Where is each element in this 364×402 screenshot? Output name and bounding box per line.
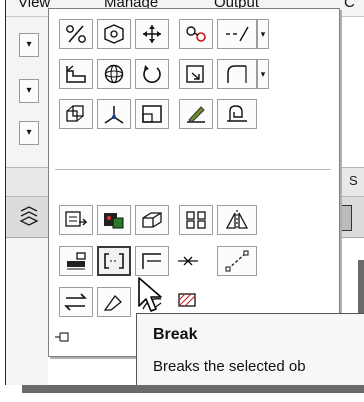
fillet-icon[interactable] xyxy=(217,59,257,89)
match-icon[interactable] xyxy=(97,205,131,235)
extend-icon[interactable] xyxy=(135,246,169,276)
dropdown-button[interactable]: ▾ xyxy=(19,121,39,145)
side-label: S xyxy=(349,173,358,188)
3d-icon[interactable] xyxy=(135,205,169,235)
stack-icon[interactable] xyxy=(18,205,40,227)
sphere-icon[interactable] xyxy=(97,59,131,89)
tooltip-description: Breaks the selected ob xyxy=(153,358,306,375)
pan-icon[interactable] xyxy=(135,19,169,49)
region-icon[interactable] xyxy=(135,99,169,129)
signature-icon[interactable] xyxy=(217,99,257,129)
array-icon[interactable] xyxy=(179,205,213,235)
mirror-icon[interactable] xyxy=(217,205,257,235)
app-window: View Manage Output C ▾ ▾ ▾ S ▾ ▾ Break B… xyxy=(5,0,364,385)
floor-icon[interactable] xyxy=(59,59,93,89)
stretch-icon[interactable] xyxy=(97,287,131,317)
pen-icon[interactable] xyxy=(179,99,213,129)
orbit-icon[interactable] xyxy=(97,19,131,49)
swap-icon[interactable] xyxy=(59,287,93,317)
percent-icon[interactable] xyxy=(59,19,93,49)
modify-panel: ▾ ▾ xyxy=(48,8,340,357)
break-icon[interactable] xyxy=(97,246,131,276)
rotate-icon[interactable] xyxy=(135,59,169,89)
align-icon[interactable] xyxy=(59,246,93,276)
fillet-dropdown[interactable]: ▾ xyxy=(257,59,269,89)
line-type-dropdown[interactable]: ▾ xyxy=(257,19,269,49)
dropdown-button[interactable]: ▾ xyxy=(19,79,39,103)
dropdown-button[interactable]: ▾ xyxy=(19,33,39,57)
window-shadow xyxy=(22,385,364,393)
paste-icon[interactable] xyxy=(59,205,93,235)
menu-more[interactable]: C xyxy=(344,0,355,11)
tooltip: Break Breaks the selected ob xyxy=(136,313,364,385)
line-type-icon[interactable] xyxy=(217,19,257,49)
group-icon[interactable] xyxy=(59,99,93,129)
pin-icon[interactable] xyxy=(53,330,93,348)
panel-separator xyxy=(55,169,331,170)
mouse-cursor-icon xyxy=(137,276,165,316)
menu-view[interactable]: View xyxy=(18,0,50,11)
vertex-icon[interactable] xyxy=(97,99,131,129)
tooltip-title: Break xyxy=(153,326,198,343)
line-icon[interactable] xyxy=(217,246,257,276)
export-icon[interactable] xyxy=(179,59,213,89)
link-icon[interactable] xyxy=(179,19,213,49)
join-icon[interactable] xyxy=(171,246,205,276)
